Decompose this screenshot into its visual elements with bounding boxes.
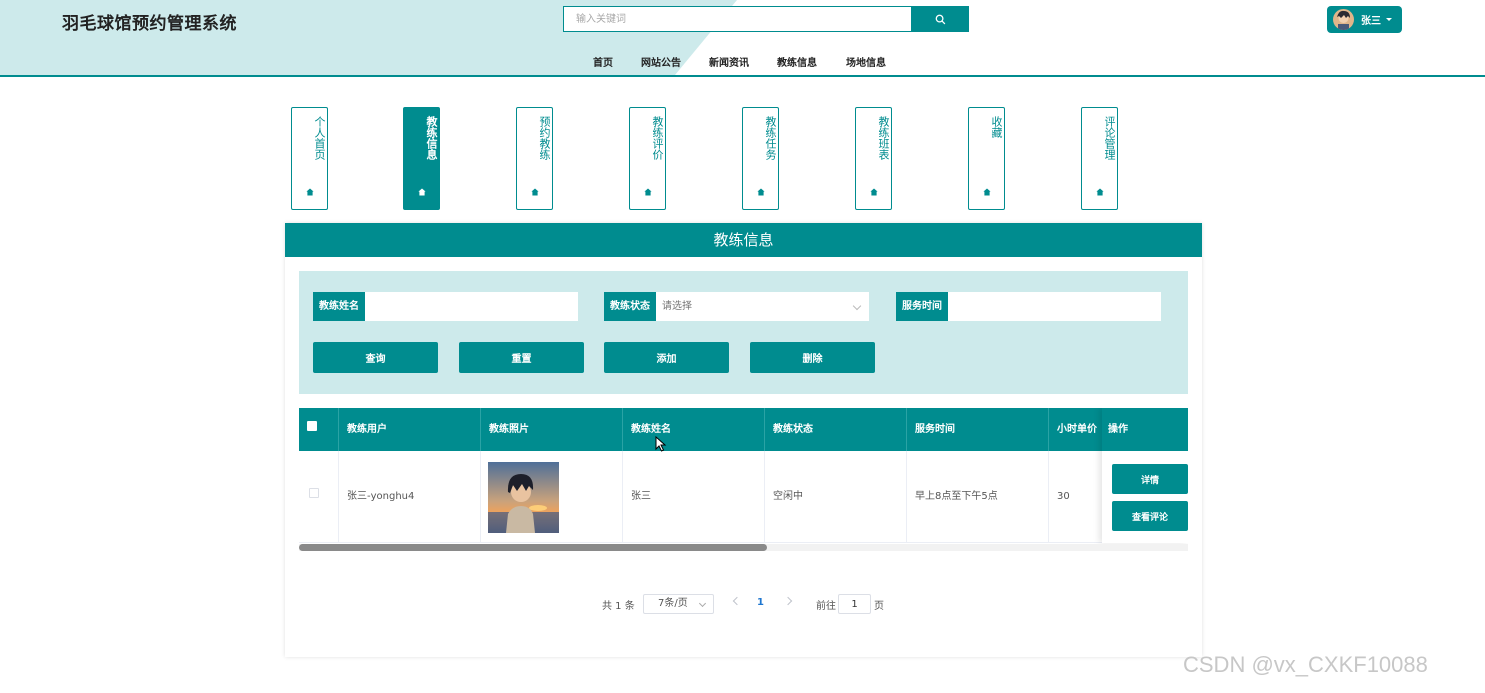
- cell-coach-name: 张三: [623, 451, 765, 543]
- header-coach-name: 教练姓名: [623, 408, 765, 451]
- coach-info-panel: 教练信息 教练姓名 教练状态 服务时间 查询 重置 添加 删除 教练用户 教: [285, 223, 1202, 657]
- chevron-down-icon: [698, 599, 707, 608]
- search-bar: [563, 6, 969, 32]
- nav-item-venue-info[interactable]: 场地信息: [846, 54, 886, 69]
- menu-item-label: 评论管理: [1103, 116, 1116, 160]
- name-filter-input[interactable]: [365, 292, 578, 321]
- name-filter-label: 教练姓名: [313, 292, 365, 321]
- time-filter-label: 服务时间: [896, 292, 948, 321]
- menu-item-label: 教练任务: [764, 116, 777, 160]
- menu-item-label: 教练信息: [425, 116, 438, 160]
- table-header: 教练用户 教练照片 教练姓名 教练状态 服务时间 小时单价: [299, 408, 1188, 451]
- header-coach-status: 教练状态: [765, 408, 907, 451]
- menu-item-label: 个人首页: [313, 116, 326, 160]
- menu-item-label: 教练评价: [651, 116, 664, 160]
- table-row: 张三-yonghu4 张三 空闲中 早上8点至下午5点 30: [299, 451, 1188, 543]
- mouse-pointer-icon: [655, 436, 667, 452]
- menu-item-coach-schedule[interactable]: 教练班表: [855, 107, 892, 210]
- total-count: 共 1 条: [602, 601, 635, 612]
- coach-photo-image: [488, 462, 559, 533]
- watermark: CSDN @vx_CXKF10088: [1183, 652, 1428, 677]
- search-input[interactable]: [563, 6, 912, 32]
- nav-item-home[interactable]: 首页: [593, 54, 613, 69]
- goto-label: 前往: [816, 601, 836, 612]
- home-icon: [983, 188, 991, 196]
- search-icon: [935, 14, 946, 24]
- row-select-cell: [299, 451, 339, 543]
- menu-item-favorites[interactable]: 收藏: [968, 107, 1005, 210]
- status-select[interactable]: [656, 292, 869, 321]
- header-operations: 操作: [1102, 408, 1188, 451]
- filter-form: 教练姓名 教练状态 服务时间 查询 重置 添加 删除: [299, 271, 1188, 394]
- home-icon: [1096, 188, 1104, 196]
- home-icon: [757, 188, 765, 196]
- status-filter: 教练状态: [604, 292, 869, 321]
- page-number[interactable]: 1: [757, 597, 764, 608]
- menu-item-label: 预约教练: [538, 116, 551, 160]
- cell-service-time: 早上8点至下午5点: [907, 451, 1049, 543]
- time-filter: 服务时间: [896, 292, 1161, 321]
- detail-button[interactable]: 详情: [1112, 464, 1188, 494]
- header-hourly-price: 小时单价: [1049, 408, 1109, 451]
- home-icon: [418, 188, 426, 196]
- page-size-value: 7条/页: [658, 598, 688, 609]
- horizontal-scrollbar[interactable]: [299, 544, 1188, 551]
- reset-button[interactable]: 重置: [459, 342, 584, 373]
- home-icon: [870, 188, 878, 196]
- home-icon: [306, 188, 314, 196]
- nav-item-news[interactable]: 新闻资讯: [709, 54, 749, 69]
- menu-item-coach-info[interactable]: 教练信息: [403, 107, 440, 210]
- page-size-select[interactable]: 7条/页: [643, 594, 714, 614]
- user-menu[interactable]: 张三: [1327, 6, 1402, 33]
- avatar: [1333, 9, 1354, 30]
- cell-coach-status: 空闲中: [765, 451, 907, 543]
- top-header: 羽毛球馆预约管理系统 张三 首页 网站公告 新闻资讯 教练信息 场地信息: [0, 0, 1485, 77]
- goto-page-input[interactable]: [838, 594, 871, 614]
- query-button[interactable]: 查询: [313, 342, 438, 373]
- site-title: 羽毛球馆预约管理系统: [62, 14, 237, 34]
- header-coach-photo: 教练照片: [481, 408, 623, 451]
- menu-item-book-coach[interactable]: 预约教练: [516, 107, 553, 210]
- coach-table: 教练用户 教练照片 教练姓名 教练状态 服务时间 小时单价 张三-yonghu4…: [299, 408, 1188, 551]
- menu-item-label: 收藏: [990, 116, 1003, 138]
- menu-item-comments[interactable]: 评论管理: [1081, 107, 1118, 210]
- select-all-cell: [299, 408, 339, 451]
- next-page-icon[interactable]: [783, 596, 793, 606]
- delete-button[interactable]: 删除: [750, 342, 875, 373]
- operations-column: 操作 详情 查看评论: [1102, 408, 1188, 543]
- menu-item-coach-tasks[interactable]: 教练任务: [742, 107, 779, 210]
- header-service-time: 服务时间: [907, 408, 1049, 451]
- prev-page-icon[interactable]: [732, 596, 742, 606]
- nav-item-announcements[interactable]: 网站公告: [641, 54, 681, 69]
- time-filter-input[interactable]: [948, 292, 1161, 321]
- panel-title: 教练信息: [285, 223, 1202, 257]
- select-all-checkbox[interactable]: [307, 421, 317, 431]
- status-filter-label: 教练状态: [604, 292, 656, 321]
- user-name: 张三: [1361, 16, 1381, 27]
- header-coach-user: 教练用户: [339, 408, 481, 451]
- status-select-input[interactable]: [656, 292, 869, 321]
- cell-coach-user: 张三-yonghu4: [339, 451, 481, 543]
- home-icon: [644, 188, 652, 196]
- row-checkbox[interactable]: [309, 488, 319, 498]
- view-comments-button[interactable]: 查看评论: [1112, 501, 1188, 531]
- page-suffix: 页: [874, 601, 884, 612]
- scrollbar-thumb[interactable]: [299, 544, 767, 551]
- menu-item-profile[interactable]: 个人首页: [291, 107, 328, 210]
- add-button[interactable]: 添加: [604, 342, 729, 373]
- menu-item-coach-review[interactable]: 教练评价: [629, 107, 666, 210]
- cell-hourly-price: 30: [1049, 451, 1109, 543]
- menu-item-label: 教练班表: [877, 116, 890, 160]
- main-nav: 首页 网站公告 新闻资讯 教练信息 场地信息: [0, 54, 1485, 70]
- pagination: 共 1 条 7条/页 1 前往 页: [285, 594, 1202, 614]
- home-icon: [531, 188, 539, 196]
- nav-item-coach-info[interactable]: 教练信息: [777, 54, 817, 69]
- search-button[interactable]: [912, 6, 969, 32]
- name-filter: 教练姓名: [313, 292, 578, 321]
- chevron-down-icon: [1386, 18, 1392, 21]
